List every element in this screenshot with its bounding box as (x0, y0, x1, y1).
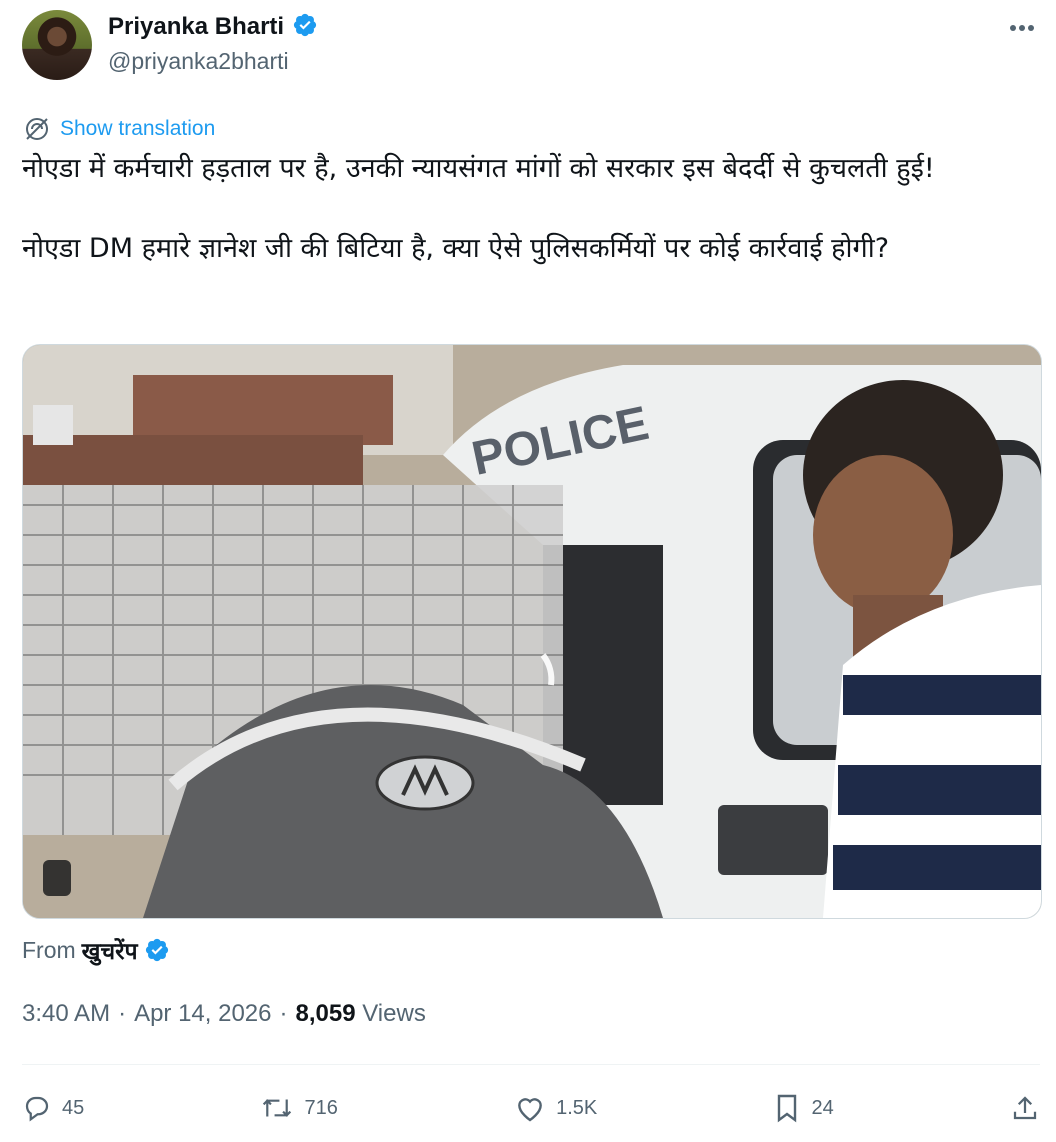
share-icon (1010, 1093, 1040, 1123)
author-handle[interactable]: @priyanka2bharti (108, 48, 289, 75)
action-bar: 45 716 1.5K 24 (22, 1080, 1040, 1136)
more-options-icon[interactable] (1006, 12, 1038, 44)
tweet-text: नोएडा में कर्मचारी हड़ताल पर है, उनकी न्… (22, 153, 935, 264)
avatar[interactable] (22, 10, 92, 80)
show-translation-link[interactable]: Show translation (24, 116, 215, 142)
show-translation-label: Show translation (60, 117, 216, 140)
globe-icon (24, 116, 50, 142)
views: 8,059 Views (296, 1000, 426, 1028)
bookmark-icon (773, 1092, 801, 1124)
source-name[interactable]: खुचरेंप (82, 934, 138, 966)
tweet-meta: 3:40 AM · Apr 14, 2026 · 8,059 Views (22, 1000, 426, 1028)
heart-icon (514, 1093, 546, 1123)
views-label: Views (362, 1000, 426, 1027)
meta-separator: · (279, 1000, 288, 1027)
views-count: 8,059 (295, 1000, 356, 1027)
bookmark-button[interactable]: 24 (773, 1092, 834, 1124)
divider (22, 1064, 1040, 1065)
author-name-row: Priyanka Bharti (108, 12, 318, 42)
share-button[interactable] (1010, 1093, 1040, 1123)
reply-icon (22, 1093, 52, 1123)
repost-button[interactable]: 716 (260, 1093, 338, 1123)
bookmark-count: 24 (811, 1096, 834, 1119)
reply-count: 45 (62, 1096, 85, 1119)
from-label: From (22, 936, 76, 963)
repost-icon (260, 1093, 294, 1123)
like-count: 1.5K (556, 1096, 598, 1119)
verified-badge-icon (144, 937, 170, 963)
meta-separator: · (118, 1000, 127, 1027)
tweet-date[interactable]: Apr 14, 2026 (134, 1000, 271, 1028)
author-name[interactable]: Priyanka Bharti (108, 13, 284, 41)
tweet-time[interactable]: 3:40 AM (22, 1000, 110, 1028)
repost-count: 716 (304, 1096, 338, 1119)
media-source: From खुचरेंप (22, 934, 170, 966)
like-button[interactable]: 1.5K (514, 1093, 597, 1123)
reply-button[interactable]: 45 (22, 1093, 84, 1123)
video-badge-icon (43, 860, 71, 896)
video-player[interactable]: POLICE (22, 344, 1042, 919)
verified-badge-icon (292, 12, 318, 42)
